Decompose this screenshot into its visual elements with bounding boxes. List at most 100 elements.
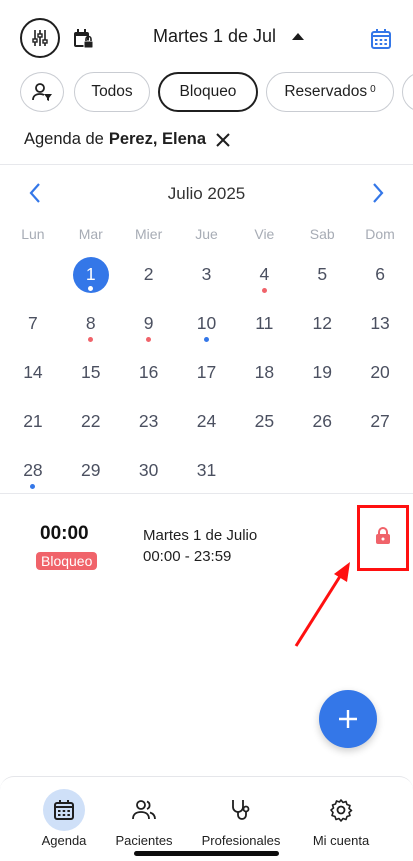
calendar-day-10[interactable]: 10 xyxy=(178,299,236,348)
calendar-day-3[interactable]: 3 xyxy=(178,250,236,299)
next-month-button[interactable] xyxy=(371,182,385,209)
month-title: Julio 2025 xyxy=(167,184,246,203)
calendar-toggle-button[interactable] xyxy=(368,26,394,52)
day-number: 3 xyxy=(201,264,212,284)
calendar-day-5[interactable]: 5 xyxy=(293,250,351,299)
close-icon[interactable] xyxy=(216,132,230,147)
nav-label: Profesionales xyxy=(201,833,281,848)
nav-item-pacientes[interactable]: Pacientes xyxy=(96,789,192,848)
calendar-day-21[interactable]: 21 xyxy=(4,397,62,446)
calendar-lock-button[interactable] xyxy=(70,26,96,52)
add-button[interactable] xyxy=(319,690,377,748)
highlight-box xyxy=(357,505,409,571)
calendar-day-12[interactable]: 12 xyxy=(293,299,351,348)
calendar-day-18[interactable]: 18 xyxy=(235,348,293,397)
divider xyxy=(0,493,413,494)
nav-label: Pacientes xyxy=(115,833,173,848)
calendar-icon xyxy=(43,789,85,831)
day-number: 25 xyxy=(254,411,275,431)
sliders-icon xyxy=(32,30,48,46)
day-number: 15 xyxy=(81,362,101,382)
filter-chip-label: Bloqueo xyxy=(179,83,237,100)
calendar-day-6[interactable]: 6 xyxy=(351,250,409,299)
nav-item-mi-cuenta[interactable]: Mi cuenta xyxy=(293,789,389,848)
calendar-day-20[interactable]: 20 xyxy=(351,348,409,397)
calendar-day-9[interactable]: 9 xyxy=(120,299,178,348)
filter-bar: Todos Bloqueo Reservados 0 xyxy=(0,70,413,114)
weekday-label: Sab xyxy=(309,226,335,242)
day-number: 30 xyxy=(138,460,159,480)
calendar-day-26[interactable]: 26 xyxy=(293,397,351,446)
day-number: 11 xyxy=(255,313,274,333)
day-number: 18 xyxy=(254,362,275,382)
calendar-day-15[interactable]: 15 xyxy=(62,348,120,397)
calendar-day-1[interactable]: 1 xyxy=(62,250,120,299)
weekday-label: Jue xyxy=(195,226,218,242)
top-bar: Martes 1 de Jul xyxy=(0,0,413,72)
calendar-day-17[interactable]: 17 xyxy=(178,348,236,397)
nav-label: Agenda xyxy=(41,833,87,848)
home-indicator xyxy=(134,851,279,856)
calendar-day-4[interactable]: 4 xyxy=(235,250,293,299)
event-range: 00:00 - 23:59 xyxy=(143,548,232,565)
calendar-day-8[interactable]: 8 xyxy=(62,299,120,348)
calendar-day-28[interactable]: 28 xyxy=(4,446,62,495)
person-filter-icon xyxy=(32,83,52,101)
day-number: 2 xyxy=(143,264,154,284)
calendar-day-24[interactable]: 24 xyxy=(178,397,236,446)
plus-icon xyxy=(339,710,357,728)
filter-chip-label: Reservados xyxy=(284,83,368,100)
filter-chip-todos[interactable]: Todos xyxy=(74,72,150,112)
calendar-day-14[interactable]: 14 xyxy=(4,348,62,397)
date-title: Martes 1 de Jul xyxy=(153,26,277,46)
weekday-label: Dom xyxy=(365,226,395,242)
stethoscope-icon xyxy=(220,789,262,831)
nav-item-profesionales[interactable]: Profesionales xyxy=(193,789,289,848)
calendar-day-27[interactable]: 27 xyxy=(351,397,409,446)
agenda-owner: Agenda de Perez, Elena xyxy=(24,130,230,149)
day-number: 16 xyxy=(138,362,159,382)
users-icon xyxy=(123,789,165,831)
calendar-day-16[interactable]: 16 xyxy=(120,348,178,397)
calendar-day-11[interactable]: 11 xyxy=(235,299,293,348)
filter-chip-label: Todos xyxy=(91,83,133,100)
weekday-label: Mier xyxy=(135,226,163,242)
filter-chip-bloqueo[interactable]: Bloqueo xyxy=(158,72,258,112)
weekday-header: Lun Mar Mier Jue Vie Sab Dom xyxy=(4,226,409,242)
event-dot xyxy=(261,288,267,293)
calendar-lock-icon xyxy=(74,29,94,49)
calendar-day-7[interactable]: 7 xyxy=(4,299,62,348)
lock-icon[interactable] xyxy=(375,526,391,550)
filter-chip-more[interactable] xyxy=(402,72,413,112)
calendar-day-19[interactable]: 19 xyxy=(293,348,351,397)
gear-icon xyxy=(320,789,362,831)
day-number: 19 xyxy=(312,362,332,382)
divider xyxy=(0,164,413,165)
day-number: 14 xyxy=(23,362,43,382)
event-time: 00:00 xyxy=(40,523,89,544)
filter-person-button[interactable] xyxy=(20,72,64,112)
annotation-arrow xyxy=(294,562,350,647)
caret-up-icon xyxy=(292,33,305,40)
day-number: 24 xyxy=(196,411,217,431)
date-selector[interactable]: Martes 1 de Jul xyxy=(153,26,305,47)
calendar-day-25[interactable]: 25 xyxy=(235,397,293,446)
calendar-day-22[interactable]: 22 xyxy=(62,397,120,446)
day-number: 29 xyxy=(81,460,101,480)
calendar-day-13[interactable]: 13 xyxy=(351,299,409,348)
day-number: 7 xyxy=(28,313,38,333)
event-date: Martes 1 de Julio xyxy=(143,527,258,544)
calendar-day-23[interactable]: 23 xyxy=(120,397,178,446)
filter-chip-reservados[interactable]: Reservados 0 xyxy=(266,72,394,112)
day-number: 22 xyxy=(81,411,101,431)
calendar-day-31[interactable]: 31 xyxy=(178,446,236,495)
calendar-day-30[interactable]: 30 xyxy=(120,446,178,495)
calendar-day-2[interactable]: 2 xyxy=(120,250,178,299)
day-number: 23 xyxy=(138,411,159,431)
settings-sliders-button[interactable] xyxy=(20,18,60,58)
weekday-label: Lun xyxy=(21,226,45,242)
day-number: 12 xyxy=(312,313,332,333)
calendar-day-29[interactable]: 29 xyxy=(62,446,120,495)
day-number: 21 xyxy=(23,411,43,431)
chevron-right-icon xyxy=(373,183,384,203)
